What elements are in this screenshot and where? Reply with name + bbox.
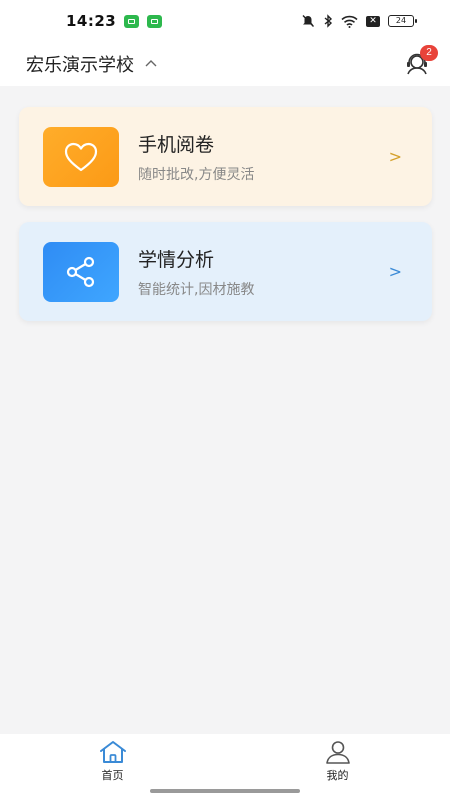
status-right: ✕ 24 [301,14,417,28]
card-title: 学情分析 [138,248,215,271]
user-icon [325,741,350,764]
card-subtitle: 随时批改,方便灵活 [138,166,255,183]
card-text: 手机阅卷 随时批改,方便灵活 [138,130,389,184]
school-selector[interactable]: 宏乐演示学校 [26,51,158,77]
chevron-up-icon [145,60,157,67]
heart-icon [64,142,98,171]
card-mobile-grading[interactable]: 手机阅卷 随时批改,方便灵活 > [19,107,432,206]
chevron-right-icon: > [388,262,402,281]
message-count-badge: 2 [420,45,438,61]
card-text: 学情分析 智能统计,因材施教 [138,245,389,299]
school-name: 宏乐演示学校 [26,55,134,76]
wifi-icon [341,15,358,28]
card-icon-container [43,126,119,187]
status-bar: 14:23 ✕ 24 [0,0,450,42]
notification-app-icon-2 [147,14,163,28]
card-title: 手机阅卷 [138,133,215,156]
card-learning-analysis[interactable]: 学情分析 智能统计,因材施教 > [19,222,432,321]
status-left: 14:23 [66,12,163,30]
card-icon-container [43,241,119,302]
app-header: 宏乐演示学校 2 [0,42,450,86]
messages-button[interactable]: 2 [402,45,438,79]
sim-off-icon: ✕ [366,15,380,27]
status-time: 14:23 [66,12,117,30]
nav-label-home: 首页 [101,769,124,782]
mute-icon [302,15,315,27]
card-subtitle: 智能统计,因材施教 [138,281,255,298]
bluetooth-icon [324,14,333,28]
home-icon [99,741,126,763]
share-icon [66,256,95,287]
nav-label-mine: 我的 [326,769,349,782]
battery-icon: 24 [388,15,417,27]
chevron-right-icon: > [388,147,402,166]
home-indicator[interactable] [150,789,300,793]
notification-app-icon [124,14,140,28]
